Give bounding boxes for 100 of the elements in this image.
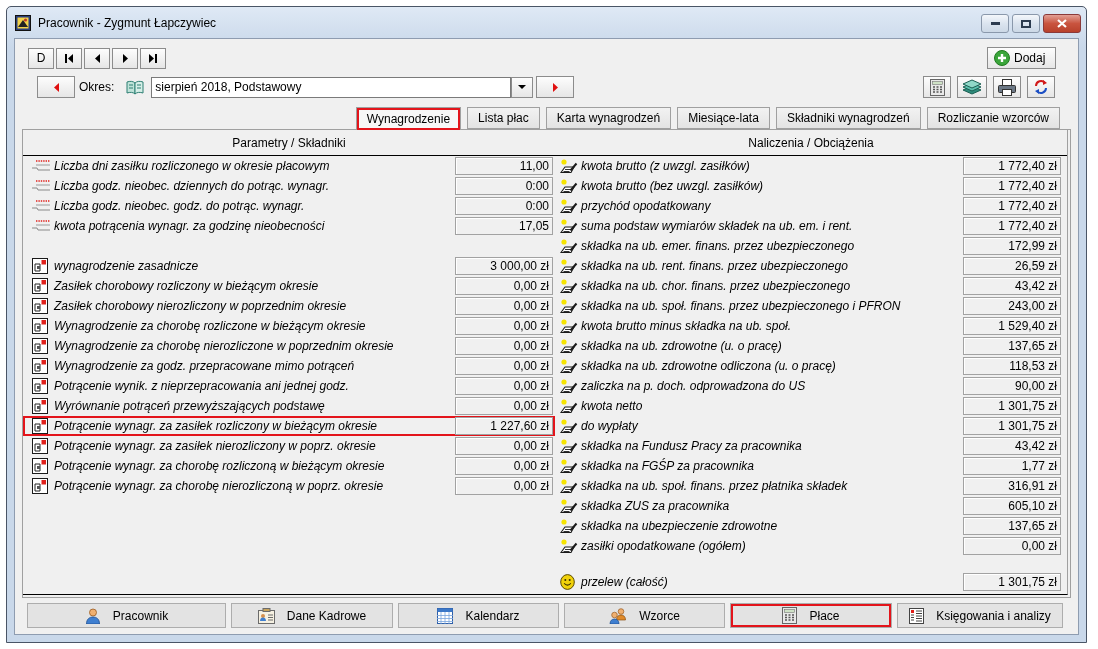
close-button[interactable] xyxy=(1043,14,1081,33)
pen-on-paper-icon xyxy=(560,218,578,234)
pen-on-paper-icon xyxy=(560,438,578,454)
row-label: składka ZUS za pracownika xyxy=(581,499,731,513)
refresh-icon xyxy=(1033,79,1049,95)
row-label: Liczba dni zasiłku rozliczonego w okresie płacowym xyxy=(54,159,331,173)
triangle-left-icon xyxy=(94,53,100,63)
value-field: 43,42 zł xyxy=(963,437,1061,455)
value-field: 1 301,75 zł xyxy=(963,397,1061,415)
tab[interactable]: Rozliczanie wzorców xyxy=(926,107,1060,129)
tab[interactable]: Lista płac xyxy=(467,107,540,129)
pen-on-paper-icon xyxy=(560,538,578,554)
pen-on-paper-icon xyxy=(560,338,578,354)
books-button[interactable] xyxy=(957,76,987,98)
tab[interactable]: Wynagrodzenie xyxy=(355,107,462,130)
personnel-data-button[interactable]: Dane Kadrowe xyxy=(231,603,393,628)
first-record-button[interactable] xyxy=(56,47,82,69)
row-label: suma podstaw wymiarów składek na ub. em. i rent. xyxy=(581,219,854,233)
triangle-right-icon xyxy=(122,53,128,63)
value-field: 316,91 zł xyxy=(963,477,1061,495)
open-book-icon xyxy=(126,79,145,95)
row-label: Wynagrodzenie za chorobę rozliczone w bieżącym okresie xyxy=(54,319,367,333)
dropdown-button[interactable] xyxy=(511,76,534,98)
row-label: Wynagrodzenie za chorobę nierozliczone w poprzednim okresie xyxy=(54,339,395,353)
value-field: 243,00 zł xyxy=(963,297,1061,315)
plus-icon xyxy=(994,50,1010,66)
maximize-icon xyxy=(1021,19,1031,28)
calendar-icon xyxy=(437,607,454,624)
value-field: 0,00 zł xyxy=(455,357,553,375)
templates-button[interactable]: Wzorce xyxy=(564,603,725,628)
document-icon xyxy=(32,338,48,354)
calculator-icon xyxy=(929,78,945,96)
calculator-button[interactable] xyxy=(923,76,951,98)
value-field: 0,00 zł xyxy=(455,317,553,335)
value-field: 0,00 zł xyxy=(455,397,553,415)
tab[interactable]: Karta wynagrodzeń xyxy=(545,107,672,129)
maximize-button[interactable] xyxy=(1012,14,1040,33)
window-title: Pracownik - Zygmunt Łapczywiec xyxy=(38,15,218,30)
d-button[interactable]: D xyxy=(28,47,54,69)
pen-on-paper-icon xyxy=(560,298,578,314)
triangle-right-icon xyxy=(552,82,558,92)
refresh-button[interactable] xyxy=(1027,76,1055,98)
row-label: zaliczka na p. doch. odprowadzona do US xyxy=(581,379,807,393)
pen-on-paper-icon xyxy=(560,478,578,494)
value-field: 0,00 zł xyxy=(455,297,553,315)
document-icon xyxy=(32,258,48,274)
row-label: przelew (całość) xyxy=(581,575,669,589)
period-field[interactable]: sierpień 2018, Podstawowy xyxy=(151,76,512,98)
payroll-button[interactable]: Płace xyxy=(730,603,892,628)
row-label: Potrącenie wynagr. za chorobę nierozliczoną w poprz. okresie xyxy=(54,479,385,493)
value-field: 11,00 xyxy=(455,157,553,175)
row-label: kwota brutto minus składka na ub. społ. xyxy=(581,319,793,333)
document-icon xyxy=(32,378,48,394)
tab[interactable]: Składniki wynagrodzeń xyxy=(775,107,921,129)
close-icon xyxy=(1057,19,1067,28)
row-label: składka na ub. emer. finans. przez ubezpieczonego xyxy=(581,239,856,253)
value-field: 118,53 zł xyxy=(963,357,1061,375)
value-field: 1 772,40 zł xyxy=(963,157,1061,175)
row-label: Potrącenie wynagr. za zasiłek nierozliczony w poprz. okresie xyxy=(54,439,377,453)
document-icon xyxy=(32,478,48,494)
minimize-button[interactable] xyxy=(981,14,1009,33)
accounting-button[interactable]: Księgowania i analizy xyxy=(897,603,1063,628)
print-button[interactable] xyxy=(993,76,1021,98)
add-button[interactable]: Dodaj xyxy=(987,47,1056,69)
employee-button[interactable]: Pracownik xyxy=(27,603,226,628)
row-label: składka na ub. rent. finans. przez ubezpieczonego xyxy=(581,259,849,273)
minimize-icon xyxy=(990,22,1000,25)
row-label: składka na ub. zdrowotne odliczona (u. o pracę) xyxy=(581,359,837,373)
pen-on-paper-icon xyxy=(560,258,578,274)
row-label: Wynagrodzenie za godz. przepracowane mimo potrąceń xyxy=(54,359,356,373)
next-period-button[interactable] xyxy=(536,76,575,98)
row-label: składka na ub. chor. finans. przez ubezpieczonego xyxy=(581,279,852,293)
value-field: 1,77 zł xyxy=(963,457,1061,475)
person-icon xyxy=(84,607,101,624)
last-record-button[interactable] xyxy=(140,47,166,69)
value-field: 0,00 zł xyxy=(455,337,553,355)
caret-down-icon xyxy=(518,85,527,89)
value-field: 26,59 zł xyxy=(963,257,1061,275)
value-field: 0,00 zł xyxy=(455,277,553,295)
calendar-button[interactable]: Kalendarz xyxy=(398,603,559,628)
value-field: 0:00 xyxy=(455,197,553,215)
row-label: składka na ub. zdrowotne (u. o pracę) xyxy=(581,339,783,353)
previous-record-button[interactable] xyxy=(84,47,110,69)
value-field: 0,00 zł xyxy=(455,477,553,495)
document-icon xyxy=(32,458,48,474)
pen-on-paper-icon xyxy=(560,178,578,194)
row-label: Liczba godz. nieobec. dziennych do potrąc. wynagr. xyxy=(54,179,331,193)
value-field: 1 772,40 zł xyxy=(963,197,1061,215)
period-label: Okres: xyxy=(79,80,115,94)
row-label: kwota netto xyxy=(581,399,644,413)
pen-on-paper-icon xyxy=(560,358,578,374)
row-label: Potrącenie wynagr. za chorobę rozliczoną w bieżącym okresie xyxy=(54,459,386,473)
next-record-button[interactable] xyxy=(112,47,138,69)
pen-on-paper-icon xyxy=(560,158,578,174)
tab[interactable]: Miesiące-lata xyxy=(677,107,770,129)
row-label: kwota brutto (bez uwzgl. zasiłków) xyxy=(581,179,765,193)
books-icon xyxy=(962,79,982,95)
previous-period-button[interactable] xyxy=(37,76,75,98)
column-heading: Naliczenia / Obciążenia xyxy=(555,130,1067,156)
document-icon xyxy=(32,298,48,314)
